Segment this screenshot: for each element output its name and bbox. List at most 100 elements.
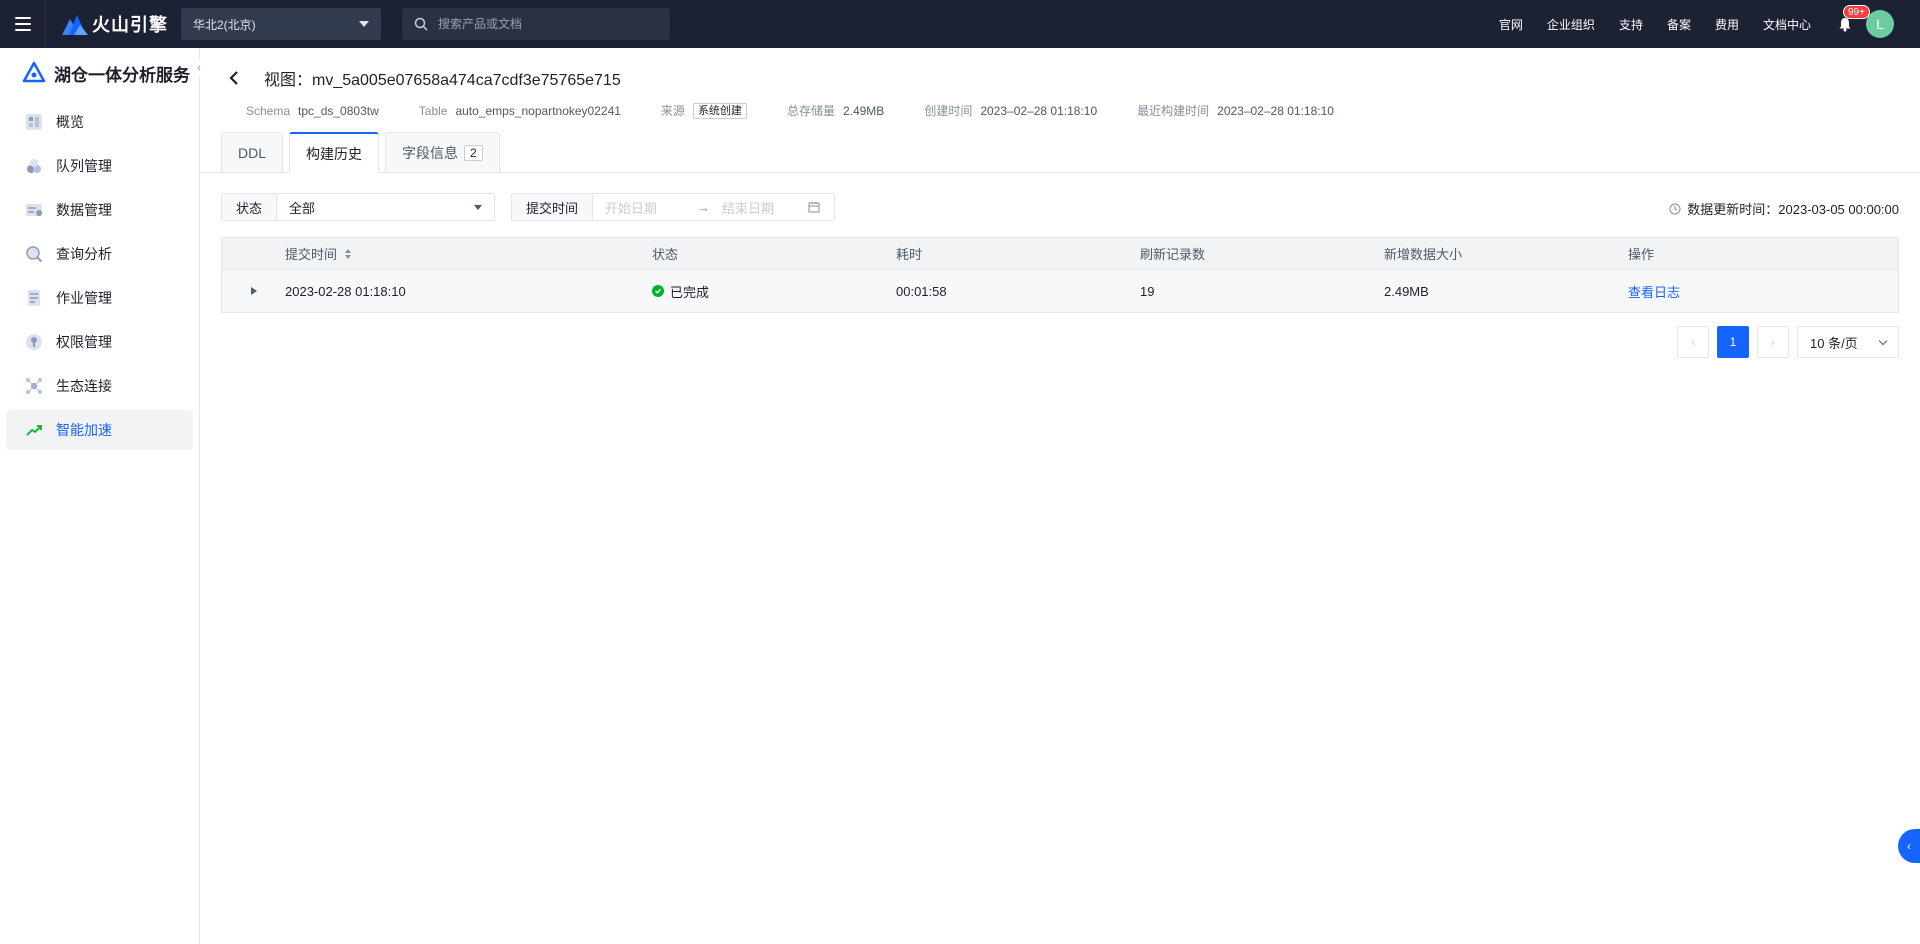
meta-value: tpc_ds_0803tw — [298, 103, 379, 118]
tab-field-info[interactable]: 字段信息 2 — [385, 132, 500, 172]
prev-page-button[interactable]: ‹ — [1677, 326, 1709, 358]
tab-build-history[interactable]: 构建历史 — [289, 132, 380, 173]
tab-bar: DDL 构建历史 字段信息 2 — [221, 132, 506, 173]
caret-right-icon — [250, 287, 257, 295]
column-header-submit-time[interactable]: 提交时间 — [285, 244, 652, 263]
column-header-actions: 操作 — [1628, 247, 1655, 262]
link-billing[interactable]: 费用 — [1715, 16, 1739, 33]
meta-key: 最近构建时间 — [1137, 104, 1210, 118]
meta-key: Table — [418, 103, 448, 118]
link-filing[interactable]: 备案 — [1667, 16, 1691, 33]
check-circle-icon — [652, 285, 664, 297]
chevron-down-icon — [1878, 336, 1888, 345]
cell-duration: 00:01:58 — [896, 283, 947, 299]
notification-badge: 99+ — [1843, 5, 1870, 19]
meta-key: 创建时间 — [924, 104, 973, 118]
sidebar-item-label: 队列管理 — [56, 158, 112, 174]
search-input[interactable] — [438, 17, 638, 31]
region-selector[interactable]: 华北2(北京) — [181, 8, 381, 40]
status-text: 已完成 — [670, 284, 710, 300]
service-title-text: 湖仓一体分析服务 — [54, 65, 190, 85]
page-title: 视图：mv_5a005e07658a474ca7cdf3e75765e715 — [264, 72, 621, 89]
sidebar-item-permission[interactable]: 权限管理 — [6, 322, 193, 362]
arrow-left-icon — [229, 71, 238, 85]
column-header-status: 状态 — [652, 247, 679, 262]
top-navigation-bar: 火山引擎 华北2(北京) 官网 企业组织 支持 备案 费用 文档中心 99+ L — [0, 0, 1920, 48]
status-select[interactable]: 全部 — [277, 194, 494, 220]
meta-created: 创建时间 2023–02–28 01:18:10 — [924, 102, 1097, 119]
chevron-right-icon: › — [1771, 335, 1775, 349]
sidebar-item-query[interactable]: 查询分析 — [6, 234, 193, 274]
tab-count-badge: 2 — [464, 144, 483, 161]
table-header: 提交时间 状态 耗时 刷新记录数 新增数据大小 操作 — [222, 238, 1898, 270]
meta-key: Schema — [246, 103, 291, 118]
cell-records: 19 — [1140, 283, 1155, 299]
main-content: 视图：mv_5a005e07658a474ca7cdf3e75765e715 S… — [200, 48, 1920, 944]
link-official-site[interactable]: 官网 — [1499, 16, 1523, 33]
chevron-left-icon: ‹ — [1691, 335, 1695, 349]
meta-last-built: 最近构建时间 2023–02–28 01:18:10 — [1137, 102, 1334, 119]
cell-submit-time: 2023-02-28 01:18:10 — [285, 283, 406, 299]
link-docs[interactable]: 文档中心 — [1763, 16, 1811, 33]
meta-value: 2023–02–28 01:18:10 — [980, 103, 1098, 118]
sidebar-item-ecosystem[interactable]: 生态连接 — [6, 366, 193, 406]
link-support[interactable]: 支持 — [1619, 16, 1643, 33]
status-filter-label: 状态 — [222, 194, 278, 220]
column-header-label: 提交时间 — [285, 247, 338, 262]
status-select-value: 全部 — [289, 200, 316, 216]
job-icon — [24, 288, 44, 308]
date-range-picker[interactable]: 开始日期 → 结束日期 — [593, 194, 834, 220]
tab-ddl[interactable]: DDL — [221, 132, 284, 172]
caret-down-icon — [474, 204, 483, 210]
view-log-link[interactable]: 查看日志 — [1628, 285, 1680, 300]
meta-value: 2023–02–28 01:18:10 — [1217, 103, 1334, 118]
sidebar-item-data[interactable]: 数据管理 — [6, 190, 193, 230]
queue-icon — [24, 156, 44, 176]
meta-key: 总存储量 — [786, 104, 835, 118]
sort-icon[interactable] — [345, 248, 352, 259]
sidebar-item-overview[interactable]: 概览 — [6, 102, 193, 142]
top-links: 官网 企业组织 支持 备案 费用 文档中心 99+ L — [1475, 0, 1920, 48]
notification-button[interactable]: 99+ — [1835, 5, 1870, 34]
column-header-records: 刷新记录数 — [1140, 247, 1206, 262]
data-update-time: 数据更新时间：2023-03-05 00:00:00 — [1669, 199, 1899, 218]
global-search[interactable] — [402, 8, 670, 40]
next-page-button[interactable]: › — [1757, 326, 1789, 358]
link-organization[interactable]: 企业组织 — [1547, 16, 1595, 33]
ecosystem-icon — [24, 376, 44, 396]
expand-row-button[interactable] — [222, 287, 285, 295]
title-row: 视图：mv_5a005e07658a474ca7cdf3e75765e715 — [224, 66, 621, 90]
sidebar-item-label: 生态连接 — [56, 378, 112, 394]
menu-icon[interactable] — [0, 0, 46, 48]
data-icon — [24, 200, 44, 220]
trend-up-icon — [24, 420, 44, 440]
back-button[interactable] — [224, 68, 244, 88]
region-label: 华北2(北京) — [193, 17, 256, 32]
sidebar-item-queue[interactable]: 队列管理 — [6, 146, 193, 186]
start-date-input[interactable]: 开始日期 — [605, 198, 685, 217]
sidebar-item-label: 智能加速 — [56, 422, 112, 438]
sidebar-item-label: 作业管理 — [56, 290, 112, 306]
brand-name: 火山引擎 — [92, 15, 168, 35]
page-button[interactable]: 1 — [1717, 326, 1749, 358]
end-date-input[interactable]: 结束日期 — [722, 198, 796, 217]
sidebar-item-acceleration[interactable]: 智能加速 — [6, 410, 193, 450]
cell-size: 2.49MB — [1384, 283, 1429, 299]
query-icon — [24, 244, 44, 264]
meta-storage: 总存储量 2.49MB — [787, 102, 884, 119]
sidebar-item-job[interactable]: 作业管理 — [6, 278, 193, 318]
service-title: 湖仓一体分析服务 — [0, 48, 199, 98]
meta-value: 2.49MB — [842, 103, 885, 118]
tab-label: DDL — [238, 144, 267, 161]
column-header-size: 新增数据大小 — [1384, 247, 1463, 262]
service-logo-icon — [22, 61, 46, 83]
chevron-left-icon: ‹ — [1907, 839, 1911, 853]
view-metadata: Schema tpc_ds_0803tw Table auto_emps_nopar… — [246, 102, 1374, 119]
meta-value: auto_emps_nopartnokey02241 — [455, 103, 621, 118]
page-size-select[interactable]: 10 条/页 — [1797, 326, 1899, 358]
avatar[interactable]: L — [1866, 10, 1894, 38]
volcano-logo-icon — [62, 15, 88, 35]
pagination: ‹ 1 › 10 条/页 — [1677, 326, 1899, 358]
filter-bar: 状态 全部 提交时间 开始日期 → 结束日期 — [221, 193, 836, 221]
brand-logo[interactable]: 火山引擎 — [62, 11, 170, 37]
